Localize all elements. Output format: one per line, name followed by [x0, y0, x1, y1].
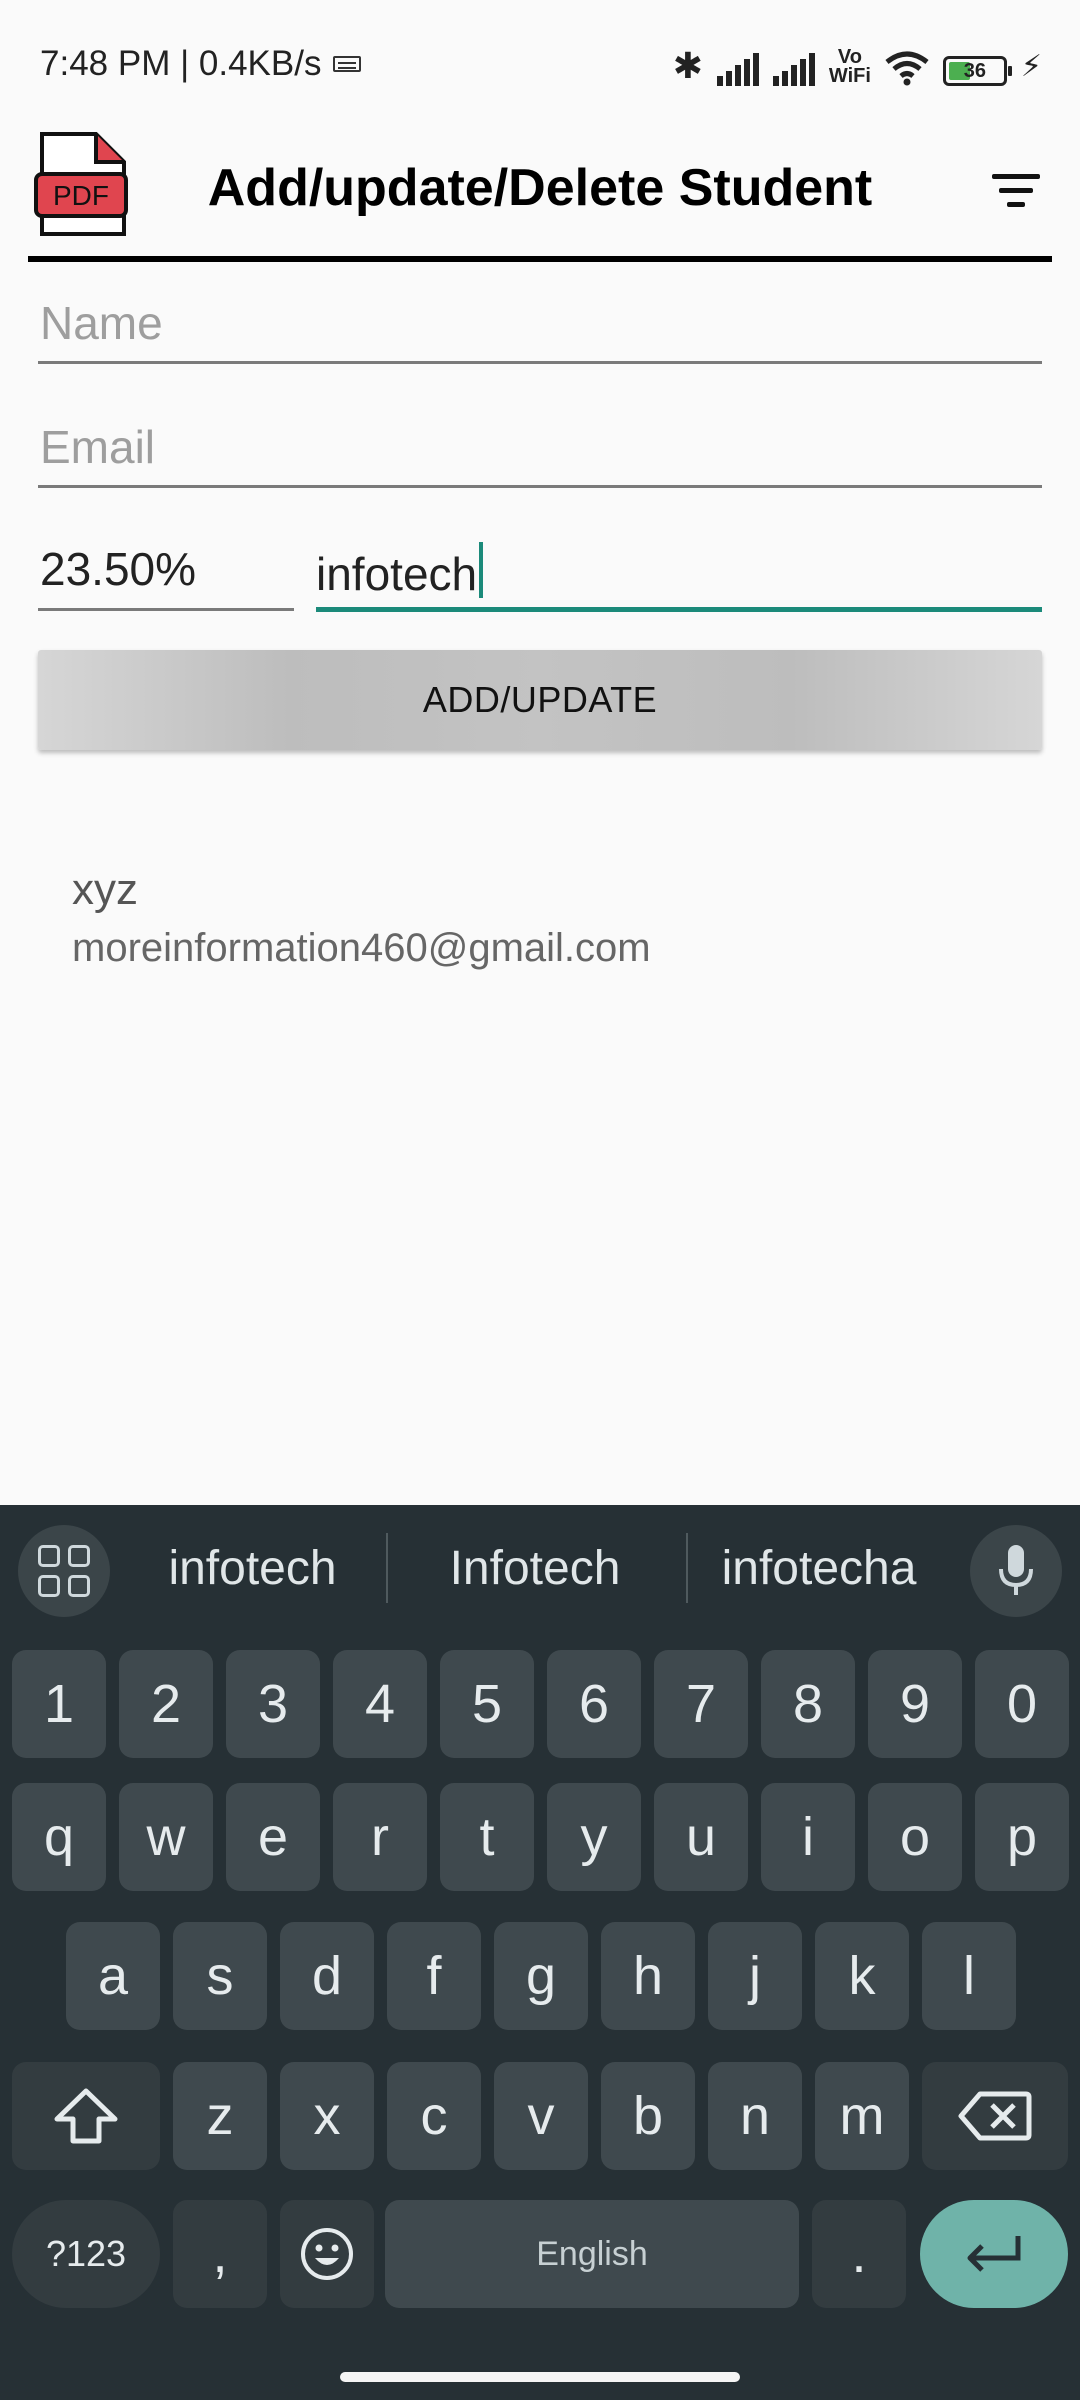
name-underline [38, 361, 1042, 364]
key-m[interactable]: m [815, 2062, 909, 2170]
enter-icon [967, 2236, 1021, 2272]
comma-key[interactable]: , [173, 2200, 267, 2308]
shift-icon [54, 2088, 118, 2144]
enter-key[interactable] [920, 2200, 1068, 2308]
key-n[interactable]: n [708, 2062, 802, 2170]
student-email: moreinformation460@gmail.com [72, 926, 651, 970]
key-f[interactable]: f [387, 1922, 481, 2030]
key-8[interactable]: 8 [761, 1650, 855, 1758]
status-bar: 7:48 PM | 0.4KB/s ✱ Vo WiFi 36 ⚡ [0, 0, 1080, 130]
suggestion-divider [386, 1533, 388, 1603]
key-4[interactable]: 4 [333, 1650, 427, 1758]
percentage-value: 23.50% [40, 543, 197, 595]
key-i[interactable]: i [761, 1783, 855, 1891]
status-left: 7:48 PM | 0.4KB/s [40, 44, 362, 84]
text-cursor [479, 542, 484, 598]
home-indicator[interactable] [340, 2372, 740, 2382]
key-c[interactable]: c [387, 2062, 481, 2170]
period-key[interactable]: . [812, 2200, 906, 2308]
student-list-item[interactable]: xyz moreinformation460@gmail.com [72, 862, 1022, 978]
name-placeholder: Name [40, 297, 163, 349]
key-r[interactable]: r [333, 1783, 427, 1891]
suggestion-2[interactable]: Infotech [410, 1541, 660, 1596]
key-p[interactable]: p [975, 1783, 1069, 1891]
student-name: xyz [72, 865, 138, 914]
emoji-key[interactable] [280, 2200, 374, 2308]
key-x[interactable]: x [280, 2062, 374, 2170]
mic-icon [999, 1545, 1033, 1595]
wifi-icon [885, 51, 929, 86]
key-1[interactable]: 1 [12, 1650, 106, 1758]
suggestion-divider [686, 1533, 688, 1603]
key-j[interactable]: j [708, 1922, 802, 2030]
key-b[interactable]: b [601, 2062, 695, 2170]
suggestion-1[interactable]: infotech [140, 1541, 365, 1596]
shift-key[interactable] [12, 2062, 160, 2170]
mic-button[interactable] [970, 1525, 1062, 1617]
backspace-key[interactable] [922, 2062, 1068, 2170]
header-divider [28, 256, 1052, 262]
page-title: Add/update/Delete Student [207, 159, 873, 217]
key-a[interactable]: a [66, 1922, 160, 2030]
key-w[interactable]: w [119, 1783, 213, 1891]
key-d[interactable]: d [280, 1922, 374, 2030]
key-y[interactable]: y [547, 1783, 641, 1891]
key-u[interactable]: u [654, 1783, 748, 1891]
key-k[interactable]: k [815, 1922, 909, 2030]
key-0[interactable]: 0 [975, 1650, 1069, 1758]
email-field[interactable]: Email [40, 420, 1040, 474]
company-field[interactable]: infotech [316, 542, 1040, 601]
filter-icon [992, 173, 1040, 179]
backspace-icon [958, 2091, 1032, 2141]
symbols-key[interactable]: ?123 [12, 2200, 160, 2308]
name-field[interactable]: Name [40, 296, 1040, 350]
signal-icon [716, 52, 759, 86]
add-update-button[interactable]: ADD/UPDATE [38, 650, 1042, 750]
key-7[interactable]: 7 [654, 1650, 748, 1758]
status-icons: ✱ Vo WiFi 36 ⚡ [673, 42, 1042, 86]
vowifi-icon: Vo WiFi [828, 46, 871, 87]
percentage-field[interactable]: 23.50% [40, 542, 290, 596]
charging-icon: ⚡ [1020, 50, 1042, 83]
keyboard-apps-button[interactable] [18, 1525, 110, 1617]
suggestion-3[interactable]: infotecha [700, 1541, 938, 1596]
filter-button[interactable] [986, 160, 1046, 220]
battery-level: 36 [963, 59, 987, 82]
key-9[interactable]: 9 [868, 1650, 962, 1758]
status-time-network: 7:48 PM | 0.4KB/s [40, 44, 322, 83]
bluetooth-icon: ✱ [672, 45, 703, 86]
company-value: infotech [316, 548, 478, 600]
key-s[interactable]: s [173, 1922, 267, 2030]
grid-icon [38, 1545, 60, 1567]
company-underline [316, 607, 1042, 612]
key-z[interactable]: z [173, 2062, 267, 2170]
key-5[interactable]: 5 [440, 1650, 534, 1758]
emoji-icon [301, 2228, 353, 2280]
key-3[interactable]: 3 [226, 1650, 320, 1758]
keyboard-icon [333, 56, 362, 72]
signal-icon [772, 52, 815, 86]
suggestion-bar: infotech Infotech infotecha [0, 1505, 1080, 1630]
app-bar: PDF Add/update/Delete Student [0, 130, 1080, 260]
key-6[interactable]: 6 [547, 1650, 641, 1758]
percentage-underline [38, 608, 294, 611]
battery-icon: 36 [942, 56, 1012, 86]
key-q[interactable]: q [12, 1783, 106, 1891]
key-o[interactable]: o [868, 1783, 962, 1891]
space-key[interactable]: English [385, 2200, 799, 2308]
email-underline [38, 485, 1042, 488]
key-g[interactable]: g [494, 1922, 588, 2030]
key-t[interactable]: t [440, 1783, 534, 1891]
key-l[interactable]: l [922, 1922, 1016, 2030]
key-2[interactable]: 2 [119, 1650, 213, 1758]
email-placeholder: Email [40, 421, 156, 473]
key-e[interactable]: e [226, 1783, 320, 1891]
key-v[interactable]: v [494, 2062, 588, 2170]
key-h[interactable]: h [601, 1922, 695, 2030]
